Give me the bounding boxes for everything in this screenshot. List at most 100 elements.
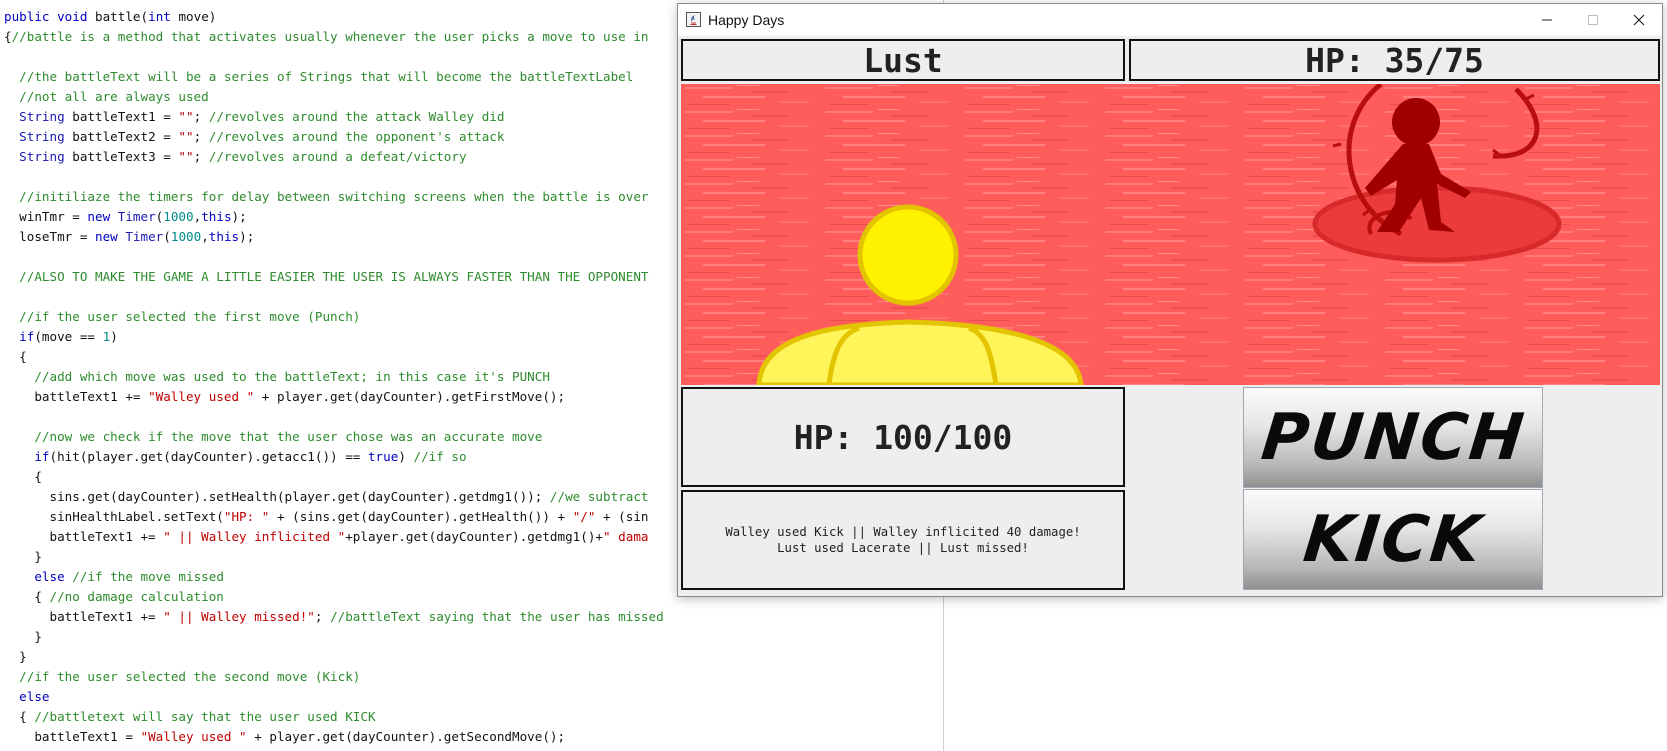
window-title: Happy Days <box>708 12 785 28</box>
code-token: "Walley used " <box>140 729 247 744</box>
code-token: battleText1 = <box>64 109 179 124</box>
code-token: this <box>201 209 232 224</box>
code-token: void <box>57 9 88 24</box>
code-token: " dama <box>603 529 649 544</box>
code-token: ; <box>314 609 331 624</box>
code-line[interactable] <box>4 47 664 67</box>
code-line[interactable]: loseTmr = new Timer(1000,this); <box>4 227 664 247</box>
code-line[interactable]: sins.get(dayCounter).setHealth(player.ge… <box>4 487 664 507</box>
code-line[interactable]: battleText1 += " || Walley inflicited "+… <box>4 527 664 547</box>
code-line[interactable]: {//battle is a method that activates usu… <box>4 27 664 47</box>
code-token: (move == <box>34 329 103 344</box>
code-line[interactable]: battleText1 += " || Walley missed!"; //b… <box>4 607 664 627</box>
code-line[interactable]: winTmr = new Timer(1000,this); <box>4 207 664 227</box>
code-token: 1000 <box>163 209 194 224</box>
code-token: battleText1 += <box>4 389 149 404</box>
battle-log-panel: Walley used Kick || Walley inflicited 40… <box>681 490 1125 590</box>
code-line[interactable]: { <box>4 467 664 487</box>
code-token: +player.get(dayCounter).getdmg1()+ <box>345 529 604 544</box>
code-line[interactable]: String battleText1 = ""; //revolves arou… <box>4 107 664 127</box>
code-token: + player.get(dayCounter).getSecondMove()… <box>246 729 566 744</box>
code-token: else <box>34 569 65 584</box>
code-token: battleText1 += <box>4 609 164 624</box>
code-token: //revolves around the opponent's attack <box>208 129 505 144</box>
code-token: //battletext will say that the user used… <box>34 709 376 724</box>
code-line[interactable]: //the battleText will be a series of Str… <box>4 67 664 87</box>
code-line[interactable]: String battleText2 = ""; //revolves arou… <box>4 127 664 147</box>
code-token: { <box>4 469 42 484</box>
code-line[interactable]: { //no damage calculation <box>4 587 664 607</box>
close-button[interactable] <box>1616 4 1662 36</box>
code-line[interactable]: //ALSO TO MAKE THE GAME A LITTLE EASIER … <box>4 267 664 287</box>
code-line[interactable]: //now we check if the move that the user… <box>4 427 664 447</box>
close-icon <box>1633 14 1645 26</box>
code-line[interactable]: //not all are always used <box>4 87 664 107</box>
code-token: //if the user selected the first move (P… <box>19 309 361 324</box>
title-bar[interactable]: Happy Days <box>678 4 1662 36</box>
code-line[interactable]: //add which move was used to the battleT… <box>4 367 664 387</box>
battle-log-line: Lust used Lacerate || Lust missed! <box>777 541 1029 555</box>
code-line[interactable] <box>4 287 664 307</box>
code-token: if <box>19 329 35 344</box>
code-token: "" <box>178 149 194 164</box>
code-token: //no damage calculation <box>49 589 224 604</box>
enemy-name: Lust <box>863 40 943 80</box>
code-line[interactable]: battleText1 = "Walley used " + player.ge… <box>4 727 664 747</box>
code-line[interactable]: { //battletext will say that the user us… <box>4 707 664 727</box>
code-token: battleText1 = <box>4 729 141 744</box>
code-line[interactable]: } <box>4 547 664 567</box>
code-area[interactable]: public void battle(int move) {//battle is… <box>4 7 664 747</box>
code-token: true <box>367 449 399 464</box>
java-app-icon <box>686 12 701 27</box>
code-token: loseTmr = <box>4 229 95 244</box>
code-line[interactable]: else //if the move missed <box>4 567 664 587</box>
code-token: ; <box>193 129 209 144</box>
code-token: if <box>34 449 50 464</box>
code-line[interactable]: //initiliaze the timers for delay betwee… <box>4 187 664 207</box>
minimize-button[interactable] <box>1524 4 1570 36</box>
code-line[interactable]: //if the user selected the second move (… <box>4 667 664 687</box>
kick-button[interactable]: KICK <box>1243 489 1543 590</box>
enemy-name-panel: Lust <box>681 39 1125 81</box>
code-line[interactable]: sinHealthLabel.setText("HP: " + (sins.ge… <box>4 507 664 527</box>
punch-button[interactable]: PUNCH <box>1243 387 1543 488</box>
code-line[interactable]: else <box>4 687 664 707</box>
code-line[interactable]: //if the user selected the first move (P… <box>4 307 664 327</box>
code-token: //if so <box>413 449 467 464</box>
code-token: this <box>208 229 240 244</box>
code-token: //battleText saying that the user has mi… <box>330 609 664 624</box>
code-token: String <box>19 129 65 144</box>
maximize-button[interactable] <box>1570 4 1616 36</box>
code-line[interactable]: battleText1 += "Walley used " + player.g… <box>4 387 664 407</box>
code-line[interactable] <box>4 407 664 427</box>
battle-log-line: Walley used Kick || Walley inflicited 40… <box>725 525 1081 539</box>
code-line[interactable]: } <box>4 647 664 667</box>
code-token: //add which move was used to the battleT… <box>34 369 550 384</box>
code-token: Timer <box>125 229 164 244</box>
code-token: Timer <box>117 209 156 224</box>
code-line[interactable]: String battleText3 = ""; //revolves arou… <box>4 147 664 167</box>
code-token: ); <box>231 209 247 224</box>
code-token: sinHealthLabel.setText( <box>4 509 224 524</box>
code-line[interactable]: } <box>4 627 664 647</box>
enemy-hp-panel: HP: 35/75 <box>1129 39 1660 81</box>
code-line[interactable] <box>4 167 664 187</box>
code-token: ; <box>193 149 209 164</box>
code-token: winTmr = <box>4 209 88 224</box>
code-token: "" <box>178 129 194 144</box>
code-token: { <box>4 29 12 44</box>
code-line[interactable]: { <box>4 347 664 367</box>
code-line[interactable] <box>4 247 664 267</box>
code-line[interactable]: if(move == 1) <box>4 327 664 347</box>
code-line[interactable]: if(hit(player.get(dayCounter).getacc1())… <box>4 447 664 467</box>
code-line[interactable]: public void battle(int move) <box>4 7 664 27</box>
code-token: { <box>4 589 50 604</box>
